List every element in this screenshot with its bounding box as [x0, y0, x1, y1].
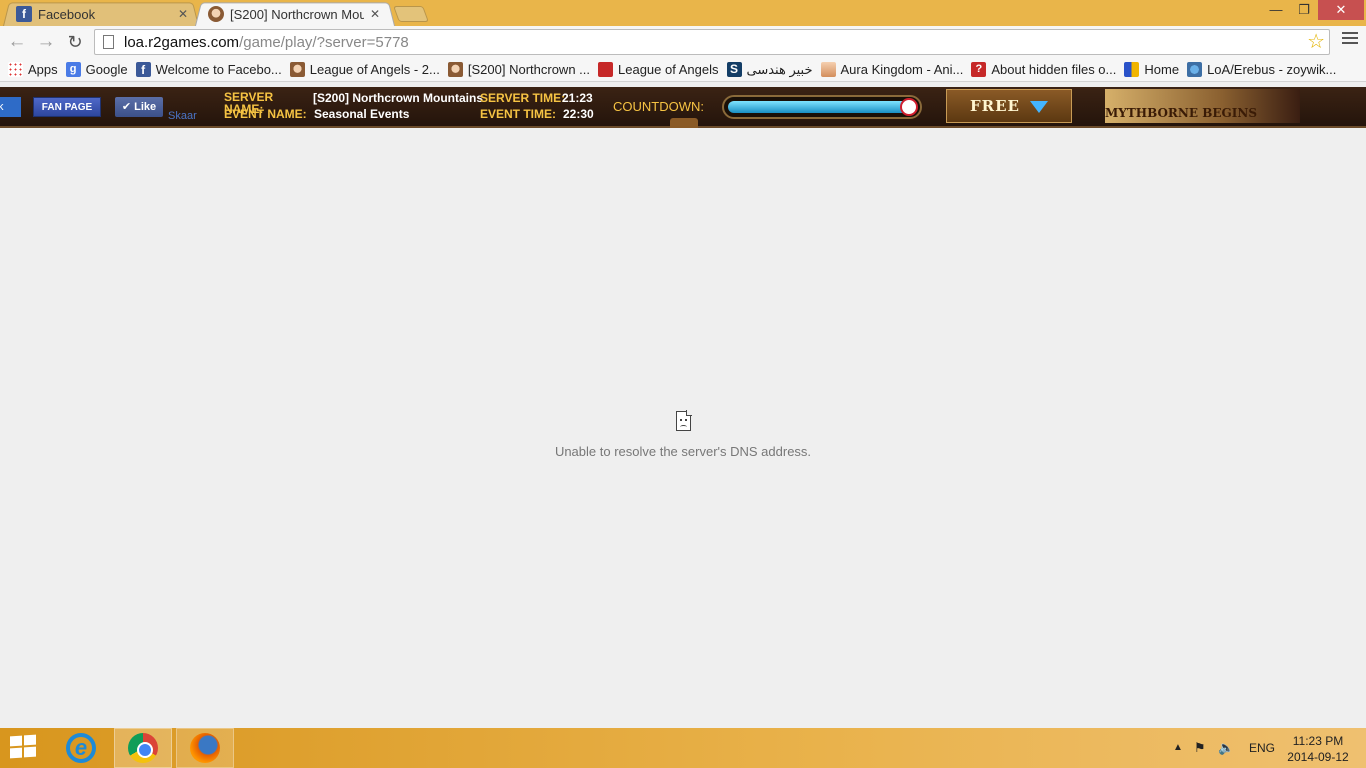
bookmark-label: Welcome to Facebo... [155, 62, 282, 77]
bookmark-star-icon[interactable]: ☆ [1307, 30, 1325, 54]
loa-avatar-icon [289, 62, 305, 77]
countdown-fill [728, 101, 908, 113]
collapse-header-button[interactable] [670, 118, 698, 128]
bookmark-game-button[interactable]: Bookmark [0, 97, 21, 117]
server-time-value: 21:23 [562, 91, 593, 105]
minimize-button[interactable]: — [1262, 0, 1290, 20]
facebook-like-button[interactable]: ✔ Like [115, 97, 163, 117]
taskbar-internet-explorer[interactable]: e [52, 728, 110, 768]
sad-page-icon [676, 410, 692, 431]
forward-button[interactable]: → [35, 31, 57, 53]
taskbar-firefox[interactable] [176, 728, 234, 768]
free-gems-button[interactable]: FREE [946, 89, 1072, 123]
show-hidden-icons-icon[interactable]: ▲ [1173, 728, 1183, 768]
bookmark-aura-kingdom[interactable]: Aura Kingdom - Ani... [820, 62, 964, 77]
game-header-bar: Bookmark FAN PAGE ✔ Like Skaar SERVER NA… [0, 87, 1366, 128]
action-center-flag-icon[interactable]: ⚑ [1194, 728, 1206, 768]
tab-league-of-angels[interactable]: [S200] Northcrown Mountains ✕ [194, 2, 396, 27]
loa-red-icon [598, 62, 614, 77]
countdown-progress-bar [722, 95, 922, 119]
event-time-value: 22:30 [563, 107, 594, 121]
loa-avatar-icon [447, 62, 463, 77]
browser-titlebar: f Facebook ✕ [S200] Northcrown Mountains… [0, 0, 1366, 27]
browser-toolbar: ← → ↻ loa.r2games.com /game/play/?server… [0, 26, 1366, 58]
bookmark-label: LoA/Erebus - zoywik... [1207, 62, 1337, 77]
facebook-icon: f [16, 6, 32, 22]
taskbar-chrome[interactable] [114, 728, 172, 768]
skaar-link[interactable]: Skaar [168, 110, 197, 122]
system-clock[interactable]: 11:23 PM 2014-09-12 [1286, 733, 1350, 765]
bookmark-label: League of Angels [618, 62, 719, 77]
bookmark-northcrown[interactable]: [S200] Northcrown ... [447, 62, 591, 77]
bookmark-erebus[interactable]: LoA/Erebus - zoywik... [1187, 62, 1336, 77]
language-indicator[interactable]: ENG [1249, 728, 1275, 768]
address-bar[interactable]: loa.r2games.com /game/play/?server=5778 … [94, 29, 1330, 55]
bookmark-label: Home [1144, 62, 1180, 77]
erebus-icon [1187, 62, 1203, 77]
tab-close-icon[interactable]: ✕ [370, 7, 380, 21]
bookmark-label: خبير هندسى [746, 61, 813, 77]
free-label: FREE [970, 97, 1020, 115]
tab-facebook[interactable]: f Facebook ✕ [2, 2, 200, 27]
event-name-label: EVENT NAME: [224, 107, 307, 121]
bookmark-arabic[interactable]: S خبير هندسى [726, 61, 813, 78]
bookmark-label: League of Angels - 2... [309, 62, 440, 77]
bookmark-facebook[interactable]: f Welcome to Facebo... [135, 62, 282, 77]
home-icon [1124, 62, 1140, 77]
bookmark-label: Apps [28, 62, 58, 77]
bookmark-apps[interactable]: Apps [8, 62, 58, 77]
bookmark-label: About hidden files o... [991, 62, 1117, 77]
close-window-button[interactable]: ✕ [1318, 0, 1364, 20]
tab-title: Facebook [38, 6, 96, 22]
question-icon: ? [971, 62, 987, 77]
clock-time: 11:23 PM [1292, 734, 1344, 748]
chrome-menu-icon[interactable] [1342, 32, 1358, 46]
bookmark-label: Google [85, 62, 128, 77]
s-logo-icon: S [726, 62, 742, 77]
fan-page-button[interactable]: FAN PAGE [33, 97, 101, 117]
bookmark-label: [S200] Northcrown ... [467, 62, 591, 77]
countdown-ribbon-icon [900, 98, 918, 116]
facebook-icon: f [135, 62, 151, 77]
chrome-icon [128, 733, 158, 763]
reload-button[interactable]: ↻ [64, 31, 86, 53]
bookmark-label: Aura Kingdom - Ani... [840, 62, 964, 77]
page-icon [103, 35, 114, 49]
clock-date: 2014-09-12 [1287, 750, 1349, 764]
internet-explorer-icon: e [66, 733, 96, 763]
tab-title: [S200] Northcrown Mountains [230, 6, 364, 22]
windows-start-button[interactable] [10, 734, 38, 760]
bookmark-google[interactable]: g Google [65, 62, 128, 77]
server-name-value: [S200] Northcrown Mountains [313, 91, 484, 105]
promo-text: MYTHBORNE BEGINS [1105, 106, 1257, 120]
google-icon: g [65, 62, 81, 77]
error-message: Unable to resolve the server's DNS addre… [554, 444, 812, 459]
firefox-icon [190, 733, 220, 763]
bookmark-home[interactable]: Home [1124, 62, 1179, 77]
url-host: loa.r2games.com [124, 33, 240, 51]
loa-avatar-icon [208, 6, 224, 22]
tab-close-icon[interactable]: ✕ [178, 7, 188, 21]
new-tab-button[interactable] [393, 6, 429, 22]
promo-banner[interactable]: MYTHBORNE BEGINS [1105, 89, 1300, 123]
bookmark-hidden-files[interactable]: ? About hidden files o... [971, 62, 1116, 77]
back-button[interactable]: ← [6, 31, 28, 53]
anime-icon [820, 62, 836, 77]
server-time-label: SERVER TIME: [480, 91, 566, 105]
diamond-icon [1029, 101, 1048, 113]
apps-grid-icon [8, 62, 23, 77]
url-path: /game/play/?server=5778 [239, 33, 409, 51]
event-time-label: EVENT TIME: [480, 107, 557, 121]
bookmark-league-of-angels[interactable]: League of Angels [598, 62, 719, 77]
bookmarks-bar: Apps g Google f Welcome to Facebo... Leagu… [0, 58, 1366, 82]
bookmark-loa-2[interactable]: League of Angels - 2... [289, 62, 440, 77]
maximize-button[interactable]: ❐ [1290, 0, 1318, 20]
volume-icon[interactable]: 🔈 [1218, 728, 1234, 768]
countdown-label: COUNTDOWN: [613, 99, 704, 114]
event-name-value: Seasonal Events [314, 107, 410, 121]
windows-taskbar: e ▲ ⚑ 🔈 ENG 11:23 PM 2014-09-12 [0, 728, 1366, 768]
